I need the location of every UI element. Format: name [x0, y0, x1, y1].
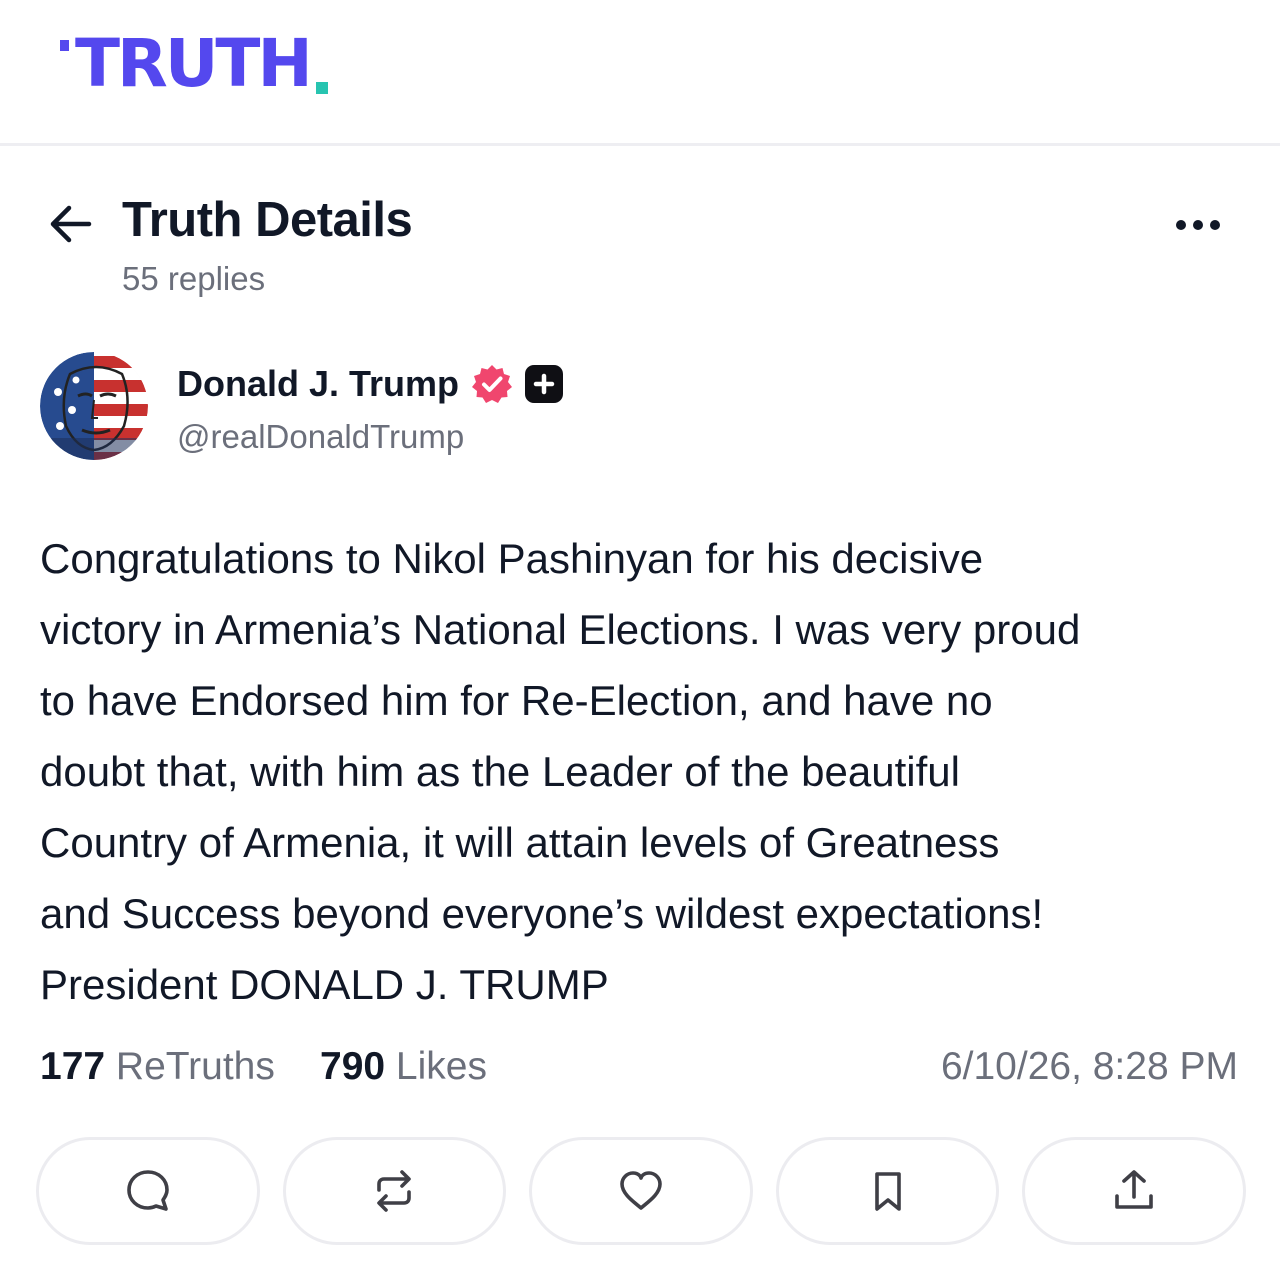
plus-badge-icon [525, 365, 564, 403]
post-line: Country of Armenia, it will attain level… [40, 819, 1000, 866]
post-timestamp: 6/10/26, 8:28 PM [940, 1045, 1238, 1088]
like-button[interactable] [529, 1137, 753, 1245]
retruths-count: 177 [40, 1045, 106, 1088]
post-author: Donald J. Trump @realDonaldTrump [0, 350, 1280, 470]
arrow-left-icon [50, 205, 92, 243]
username-handle[interactable]: @realDonaldTrump [177, 418, 464, 456]
logo-mark [60, 40, 69, 51]
post-line: Congratulations to Nikol Pashinyan for h… [40, 535, 984, 582]
post-line: to have Endorsed him for Re-Election, an… [40, 677, 993, 724]
post-text: Congratulations to Nikol Pashinyan for h… [40, 523, 1250, 1020]
retruths-label: ReTruths [115, 1045, 275, 1088]
retruth-icon [377, 1170, 412, 1212]
heart-icon [620, 1171, 662, 1210]
comment-icon [126, 1170, 169, 1211]
retruths-stat[interactable]: 177 ReTruths [40, 1045, 275, 1089]
bookmark-button[interactable] [775, 1137, 1000, 1245]
likes-count: 790 [320, 1045, 386, 1088]
display-name[interactable]: Donald J. Trump [177, 363, 459, 405]
post-line: and Success beyond everyone’s wildest ex… [40, 890, 1044, 937]
likes-stat[interactable]: 790 Likes [320, 1045, 487, 1089]
post-line: victory in Armenia’s National Elections.… [40, 606, 1081, 653]
truth-logo[interactable]: TRUTH [60, 26, 328, 102]
action-bar [36, 1137, 1246, 1245]
reply-button[interactable] [36, 1137, 260, 1245]
share-icon [1115, 1170, 1153, 1209]
logo-dot [315, 82, 328, 94]
post-stats: 177 ReTruths 790 Likes 6/10/26, 8:28 PM [40, 1045, 1240, 1095]
display-name-row: Donald J. Trump [177, 362, 564, 406]
bookmark-icon [874, 1172, 901, 1211]
reply-count: 55 replies [122, 260, 266, 297]
verified-badge-icon [472, 365, 513, 403]
truth-details-screen: TRUTH Truth Details 55 replies Donald J.… [0, 0, 1280, 1280]
likes-label: Likes [395, 1045, 487, 1088]
page-title: Truth Details [122, 193, 413, 247]
share-button[interactable] [1022, 1137, 1246, 1245]
page-header: Truth Details 55 replies [0, 180, 1280, 310]
more-options-button[interactable] [1166, 200, 1230, 250]
back-button[interactable] [42, 196, 98, 252]
avatar[interactable] [40, 352, 148, 460]
retruth-button[interactable] [282, 1137, 507, 1245]
logo-text: TRUTH [75, 25, 313, 102]
post-line: doubt that, with him as the Leader of th… [40, 748, 960, 795]
post-line: President DONALD J. TRUMP [40, 961, 609, 1008]
ellipsis-icon [1176, 220, 1186, 230]
top-bar: TRUTH [0, 0, 1280, 146]
